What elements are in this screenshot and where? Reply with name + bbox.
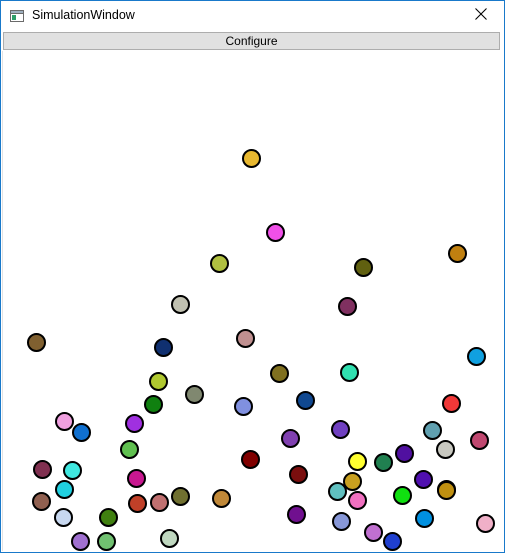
ball — [153, 337, 173, 357]
ball — [339, 362, 359, 382]
ball — [363, 522, 383, 542]
ball — [241, 148, 261, 168]
window-title: SimulationWindow — [32, 8, 135, 22]
ball — [288, 464, 308, 484]
ball — [327, 481, 347, 501]
ball — [280, 428, 300, 448]
simulation-window: SimulationWindow Configure — [0, 0, 505, 553]
ball — [373, 452, 393, 472]
ball — [382, 531, 402, 551]
ball — [126, 468, 146, 488]
ball — [394, 443, 414, 463]
ball — [475, 513, 495, 533]
ball — [54, 479, 74, 499]
close-icon — [475, 7, 487, 25]
ball — [233, 396, 253, 416]
ball — [143, 394, 163, 414]
ball — [62, 460, 82, 480]
ball — [441, 393, 461, 413]
ball — [392, 485, 412, 505]
ball — [127, 493, 147, 513]
ball — [70, 531, 90, 551]
window-app-icon — [10, 9, 24, 22]
ball — [53, 507, 73, 527]
ball — [184, 384, 204, 404]
ball — [235, 328, 255, 348]
ball — [211, 488, 231, 508]
ball — [331, 511, 351, 531]
ball — [31, 491, 51, 511]
ball — [54, 411, 74, 431]
ball — [436, 480, 456, 500]
ball — [422, 420, 442, 440]
configure-button[interactable]: Configure — [3, 32, 500, 50]
ball — [32, 459, 52, 479]
ball — [170, 294, 190, 314]
ball — [98, 507, 118, 527]
configure-button-label: Configure — [225, 34, 278, 48]
ball — [347, 451, 367, 471]
close-button[interactable] — [458, 1, 504, 31]
title-bar[interactable]: SimulationWindow — [1, 1, 504, 31]
ball — [469, 430, 489, 450]
ball — [414, 508, 434, 528]
ball — [124, 413, 144, 433]
ball — [435, 439, 455, 459]
ball — [269, 363, 289, 383]
ball — [240, 449, 260, 469]
ball — [413, 469, 433, 489]
ball — [330, 419, 350, 439]
ball — [347, 490, 367, 510]
ball — [71, 422, 91, 442]
ball — [447, 243, 467, 263]
ball — [286, 504, 306, 524]
ball — [265, 222, 285, 242]
ball — [337, 296, 357, 316]
ball — [466, 346, 486, 366]
ball — [170, 486, 190, 506]
ball — [148, 371, 168, 391]
simulation-canvas[interactable] — [2, 51, 504, 551]
ball — [149, 492, 169, 512]
ball — [96, 531, 116, 551]
ball — [119, 439, 139, 459]
ball — [295, 390, 315, 410]
ball — [209, 253, 229, 273]
ball — [159, 528, 179, 548]
ball — [26, 332, 46, 352]
ball — [353, 257, 373, 277]
